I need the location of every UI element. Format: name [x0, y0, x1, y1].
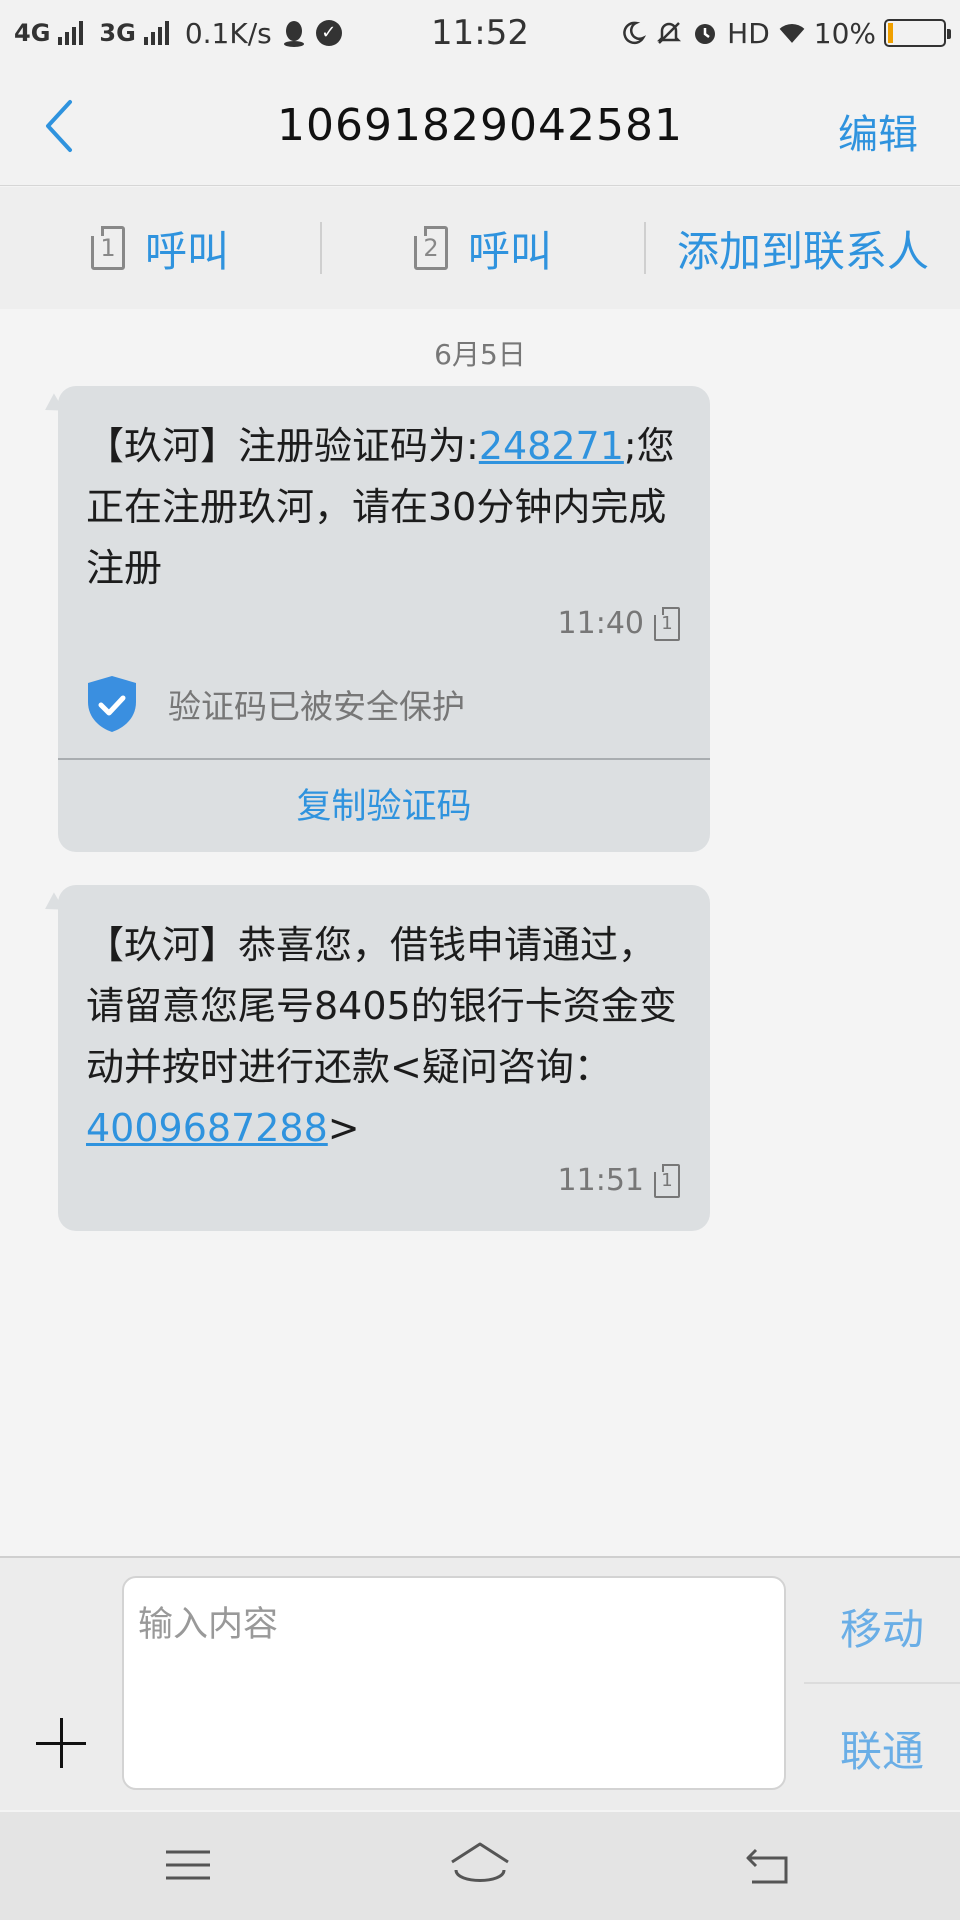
status-right: HD 10% [480, 16, 951, 50]
add-contact-button[interactable]: 添加到联系人 [646, 187, 960, 309]
verification-code-link[interactable]: 248271 [479, 424, 624, 468]
signal-4g-icon [58, 21, 84, 45]
call-sim2-label: 呼叫 [467, 226, 552, 276]
message-time: 11:51 [557, 1163, 644, 1198]
call-sim2-button[interactable]: 2 呼叫 [322, 187, 644, 309]
status-bar: 4G 3G 0.1K/s ✓ 11:52 HD 10% [0, 0, 960, 66]
plus-icon[interactable] [36, 1718, 86, 1768]
message-text-before: 【玖河】注册验证码为: [86, 424, 479, 468]
status-left: 4G 3G 0.1K/s ✓ [14, 17, 480, 50]
back-icon[interactable] [740, 1840, 800, 1890]
composer: 移动 联通 [0, 1556, 960, 1810]
battery-percent: 10% [813, 16, 876, 50]
network-speed: 0.1K/s [184, 16, 272, 50]
carrier-separator [804, 1682, 960, 1684]
message-meta: 11:40 1 [558, 606, 680, 641]
navigation-bar [0, 1812, 960, 1920]
wifi-icon [778, 19, 806, 47]
sim2-icon: 2 [413, 226, 448, 270]
network-3g-label: 3G [99, 19, 136, 47]
message-text-before: 【玖河】恭喜您，借钱申请通过，请留意您尾号8405的银行卡资金变动并按时进行还款… [86, 923, 677, 1089]
security-protect-row: 验证码已被安全保护 [86, 674, 465, 734]
send-carrier1-button[interactable]: 移动 [804, 1596, 960, 1657]
send-carrier2-button[interactable]: 联通 [804, 1718, 960, 1779]
menu-icon[interactable] [158, 1840, 218, 1890]
battery-icon [884, 19, 951, 47]
check-circle-icon: ✓ [315, 20, 342, 46]
security-protect-text: 验证码已被安全保护 [168, 687, 465, 726]
message-text-after: > [327, 1106, 360, 1150]
copy-code-button[interactable]: 复制验证码 [58, 778, 710, 829]
edit-button[interactable]: 编辑 [838, 102, 918, 160]
home-icon[interactable] [448, 1840, 509, 1890]
bubble-divider [58, 758, 710, 760]
network-4g-label: 4G [14, 19, 51, 47]
moon-icon [619, 19, 647, 47]
action-bar: 1 呼叫 2 呼叫 添加到联系人 [0, 187, 960, 309]
sim1-icon: 1 [654, 1163, 680, 1198]
message-meta: 11:51 1 [558, 1163, 680, 1198]
hd-label: HD [727, 16, 770, 50]
phone-number-link[interactable]: 4009687288 [86, 1106, 328, 1150]
message-text: 【玖河】恭喜您，借钱申请通过，请留意您尾号8405的银行卡资金变动并按时进行还款… [86, 915, 682, 1159]
message-input[interactable] [122, 1576, 786, 1790]
qq-icon [280, 19, 308, 47]
call-sim1-button[interactable]: 1 呼叫 [0, 187, 320, 309]
shield-check-icon [88, 676, 136, 732]
call-sim1-label: 呼叫 [144, 226, 229, 276]
mute-icon [655, 19, 683, 47]
message-text: 【玖河】注册验证码为:248271;您正在注册玖河，请在30分钟内完成注册 [86, 416, 682, 599]
message-time: 11:40 [557, 606, 644, 641]
sim1-icon: 1 [654, 606, 680, 641]
message-bubble[interactable]: 【玖河】注册验证码为:248271;您正在注册玖河，请在30分钟内完成注册 11… [58, 386, 710, 852]
sim1-icon: 1 [90, 226, 125, 270]
conversation-header: 10691829042581 编辑 [0, 66, 960, 186]
message-bubble[interactable]: 【玖河】恭喜您，借钱申请通过，请留意您尾号8405的银行卡资金变动并按时进行还款… [58, 885, 710, 1231]
alarm-icon [691, 19, 719, 47]
sender-number: 10691829042581 [277, 100, 683, 151]
signal-3g-icon [143, 21, 169, 45]
date-separator: 6月5日 [434, 338, 526, 371]
